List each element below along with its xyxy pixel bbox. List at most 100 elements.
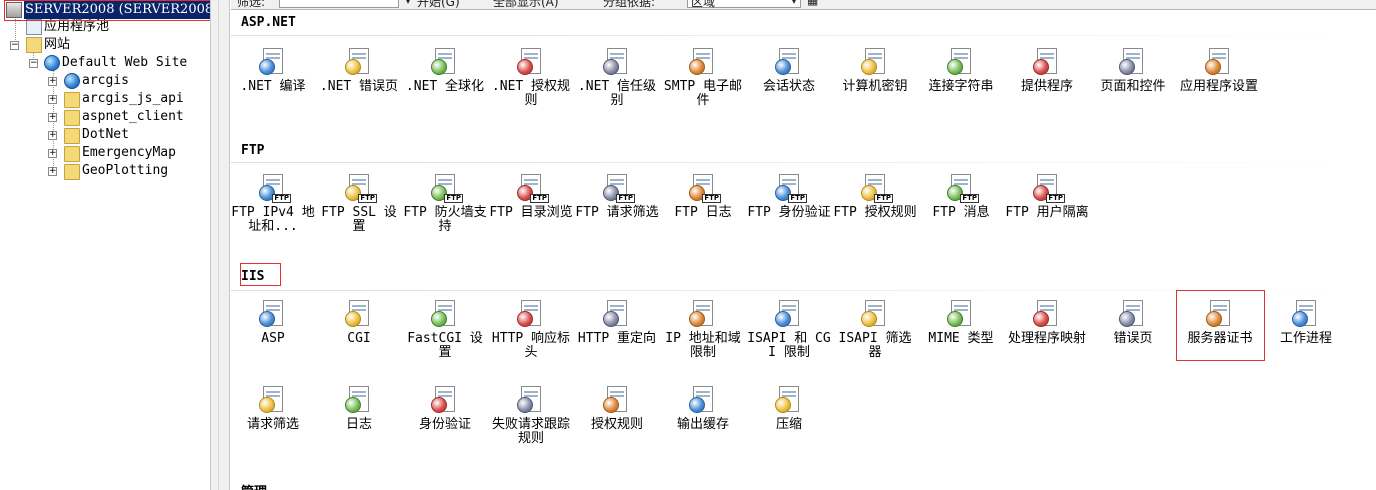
feature-error-pages[interactable]: 错误页: [1091, 297, 1175, 346]
feature-dotnet-trust-levels[interactable]: .NET 信任级别: [575, 45, 659, 108]
compression-icon: [773, 383, 805, 415]
group-title-ftp: FTP: [241, 143, 265, 158]
feature-ftp-messages[interactable]: FTP FTP 消息: [919, 171, 1003, 220]
feature-failed-request-tracing[interactable]: 失败请求跟踪规则: [489, 383, 573, 446]
folder-icon: [64, 92, 80, 108]
tree-item-emergencymap[interactable]: EmergencyMap: [64, 144, 176, 162]
arcgis-expand-toggle[interactable]: +: [48, 77, 57, 86]
tree-item-default-web-site-label: Default Web Site: [62, 55, 188, 70]
feature-connection-strings[interactable]: 连接字符串: [919, 45, 1003, 94]
tree-item-aspnet-client[interactable]: aspnet_client: [64, 108, 184, 126]
group-title-management: 管理: [241, 481, 267, 490]
arcgis-js-api-expand-toggle[interactable]: +: [48, 95, 57, 104]
feature-machine-key[interactable]: 计算机密钥: [833, 45, 917, 94]
feature-http-redirect[interactable]: HTTP 重定向: [575, 297, 659, 346]
feature-label: 工作进程: [1279, 331, 1332, 346]
feature-handler-mappings[interactable]: 处理程序映射: [1005, 297, 1089, 346]
tree-item-sites[interactable]: 网站: [26, 36, 70, 54]
ftp-ssl-icon: FTP: [343, 171, 377, 203]
feature-server-certificates[interactable]: 服务器证书: [1178, 297, 1262, 346]
feature-session-state[interactable]: 会话状态: [747, 45, 831, 94]
group-by-dropdown-icon[interactable]: ▾: [791, 0, 797, 7]
show-all-button[interactable]: 全部显示(A): [493, 0, 559, 9]
feature-label: FTP IPv4 地址和...: [231, 205, 315, 234]
ftp-logging-icon: FTP: [687, 171, 721, 203]
feature-logging[interactable]: 日志: [317, 383, 401, 432]
group-title-aspnet: ASP.NET: [241, 15, 296, 30]
dotnet-authorization-icon: [515, 45, 547, 77]
feature-authentication[interactable]: 身份验证: [403, 383, 487, 432]
folder-icon: [64, 110, 80, 126]
feature-isapi-cgi-restrictions[interactable]: ISAPI 和 CGI 限制: [747, 297, 831, 360]
feature-compression[interactable]: 压缩: [747, 383, 831, 432]
feature-ftp-directory-browsing[interactable]: FTP FTP 目录浏览: [489, 171, 573, 220]
feature-label: FTP 授权规则: [833, 205, 917, 220]
feature-label: FTP 防火墙支持: [403, 205, 487, 234]
tree-item-arcgis-js-api[interactable]: arcgis_js_api: [64, 90, 184, 108]
feature-ftp-authentication[interactable]: FTP FTP 身份验证: [747, 171, 831, 220]
request-filtering-icon: [257, 383, 289, 415]
feature-label: 授权规则: [590, 417, 643, 432]
feature-app-settings[interactable]: 应用程序设置: [1177, 45, 1261, 94]
feature-ftp-request-filtering[interactable]: FTP FTP 请求筛选: [575, 171, 659, 220]
feature-cgi[interactable]: CGI: [317, 297, 401, 346]
feature-worker-processes[interactable]: 工作进程: [1264, 297, 1348, 346]
feature-ftp-ssl[interactable]: FTP FTP SSL 设置: [317, 171, 401, 234]
folder-icon: [64, 146, 80, 162]
feature-asp[interactable]: ASP: [231, 297, 315, 346]
feature-ftp-logging[interactable]: FTP FTP 日志: [661, 171, 745, 220]
feature-ftp-ipv4[interactable]: FTP FTP IPv4 地址和...: [231, 171, 315, 234]
feature-authorization-rules[interactable]: 授权规则: [575, 383, 659, 432]
feature-dotnet-authorization[interactable]: .NET 授权规则: [489, 45, 573, 108]
dotnet-globalization-icon: [429, 45, 461, 77]
feature-dotnet-compile[interactable]: .NET 编译: [231, 45, 315, 94]
panel-splitter[interactable]: [210, 0, 230, 490]
feature-smtp-email[interactable]: SMTP 电子邮件: [661, 45, 745, 108]
feature-ftp-firewall[interactable]: FTP FTP 防火墙支持: [403, 171, 487, 234]
view-toggle-icon[interactable]: ▦: [807, 0, 818, 7]
aspnet-client-expand-toggle[interactable]: +: [48, 113, 57, 122]
feature-output-caching[interactable]: 输出缓存: [661, 383, 745, 432]
feature-label: FastCGI 设置: [407, 331, 483, 360]
sites-collapse-toggle[interactable]: −: [10, 41, 19, 50]
error-pages-icon: [1117, 297, 1149, 329]
feature-providers[interactable]: 提供程序: [1005, 45, 1089, 94]
feature-pages-controls[interactable]: 页面和控件: [1091, 45, 1175, 94]
group-divider: [231, 162, 1376, 163]
feature-isapi-filters[interactable]: ISAPI 筛选器: [833, 297, 917, 360]
feature-request-filtering[interactable]: 请求筛选: [231, 383, 315, 432]
tree-item-geoplotting[interactable]: GeoPlotting: [64, 162, 168, 180]
ip-domain-restrictions-icon: [687, 297, 719, 329]
geoplotting-expand-toggle[interactable]: +: [48, 167, 57, 176]
start-button[interactable]: 开始(G): [417, 0, 460, 9]
tree-item-dotnet-label: DotNet: [82, 127, 129, 142]
dotnet-error-pages-icon: [343, 45, 375, 77]
feature-label: CGI: [347, 331, 371, 346]
feature-ftp-authorization[interactable]: FTP FTP 授权规则: [833, 171, 917, 220]
tree-item-arcgis[interactable]: arcgis: [64, 72, 129, 90]
dotnet-trust-levels-icon: [601, 45, 633, 77]
dotnet-expand-toggle[interactable]: +: [48, 131, 57, 140]
feature-label: 连接字符串: [928, 79, 994, 94]
feature-dotnet-error-pages[interactable]: .NET 错误页: [317, 45, 401, 94]
tree-item-default-web-site[interactable]: Default Web Site: [44, 54, 187, 72]
feature-ftp-user-isolation[interactable]: FTP FTP 用户隔离: [1005, 171, 1089, 220]
tree-item-dotnet[interactable]: DotNet: [64, 126, 129, 144]
feature-dotnet-globalization[interactable]: .NET 全球化: [403, 45, 487, 94]
ftp-user-isolation-icon: FTP: [1031, 171, 1065, 203]
folder-icon: [64, 164, 80, 180]
feature-http-response-headers[interactable]: HTTP 响应标头: [489, 297, 573, 360]
feature-label: 压缩: [775, 417, 802, 432]
feature-ip-domain-restrictions[interactable]: IP 地址和域限制: [661, 297, 745, 360]
feature-label: FTP 用户隔离: [1005, 205, 1089, 220]
feature-mime-types[interactable]: MIME 类型: [919, 297, 1003, 346]
handler-mappings-icon: [1031, 297, 1063, 329]
feature-fastcgi[interactable]: FastCGI 设置: [403, 297, 487, 360]
tree-item-arcgis-js-api-label: arcgis_js_api: [82, 91, 184, 106]
default-site-collapse-toggle[interactable]: −: [29, 59, 38, 68]
emergencymap-expand-toggle[interactable]: +: [48, 149, 57, 158]
filter-label: 筛选:: [237, 0, 266, 9]
group-by-label: 分组依据:: [603, 0, 656, 9]
filter-input[interactable]: [279, 0, 399, 8]
filter-dropdown-icon[interactable]: ▾: [403, 0, 413, 7]
